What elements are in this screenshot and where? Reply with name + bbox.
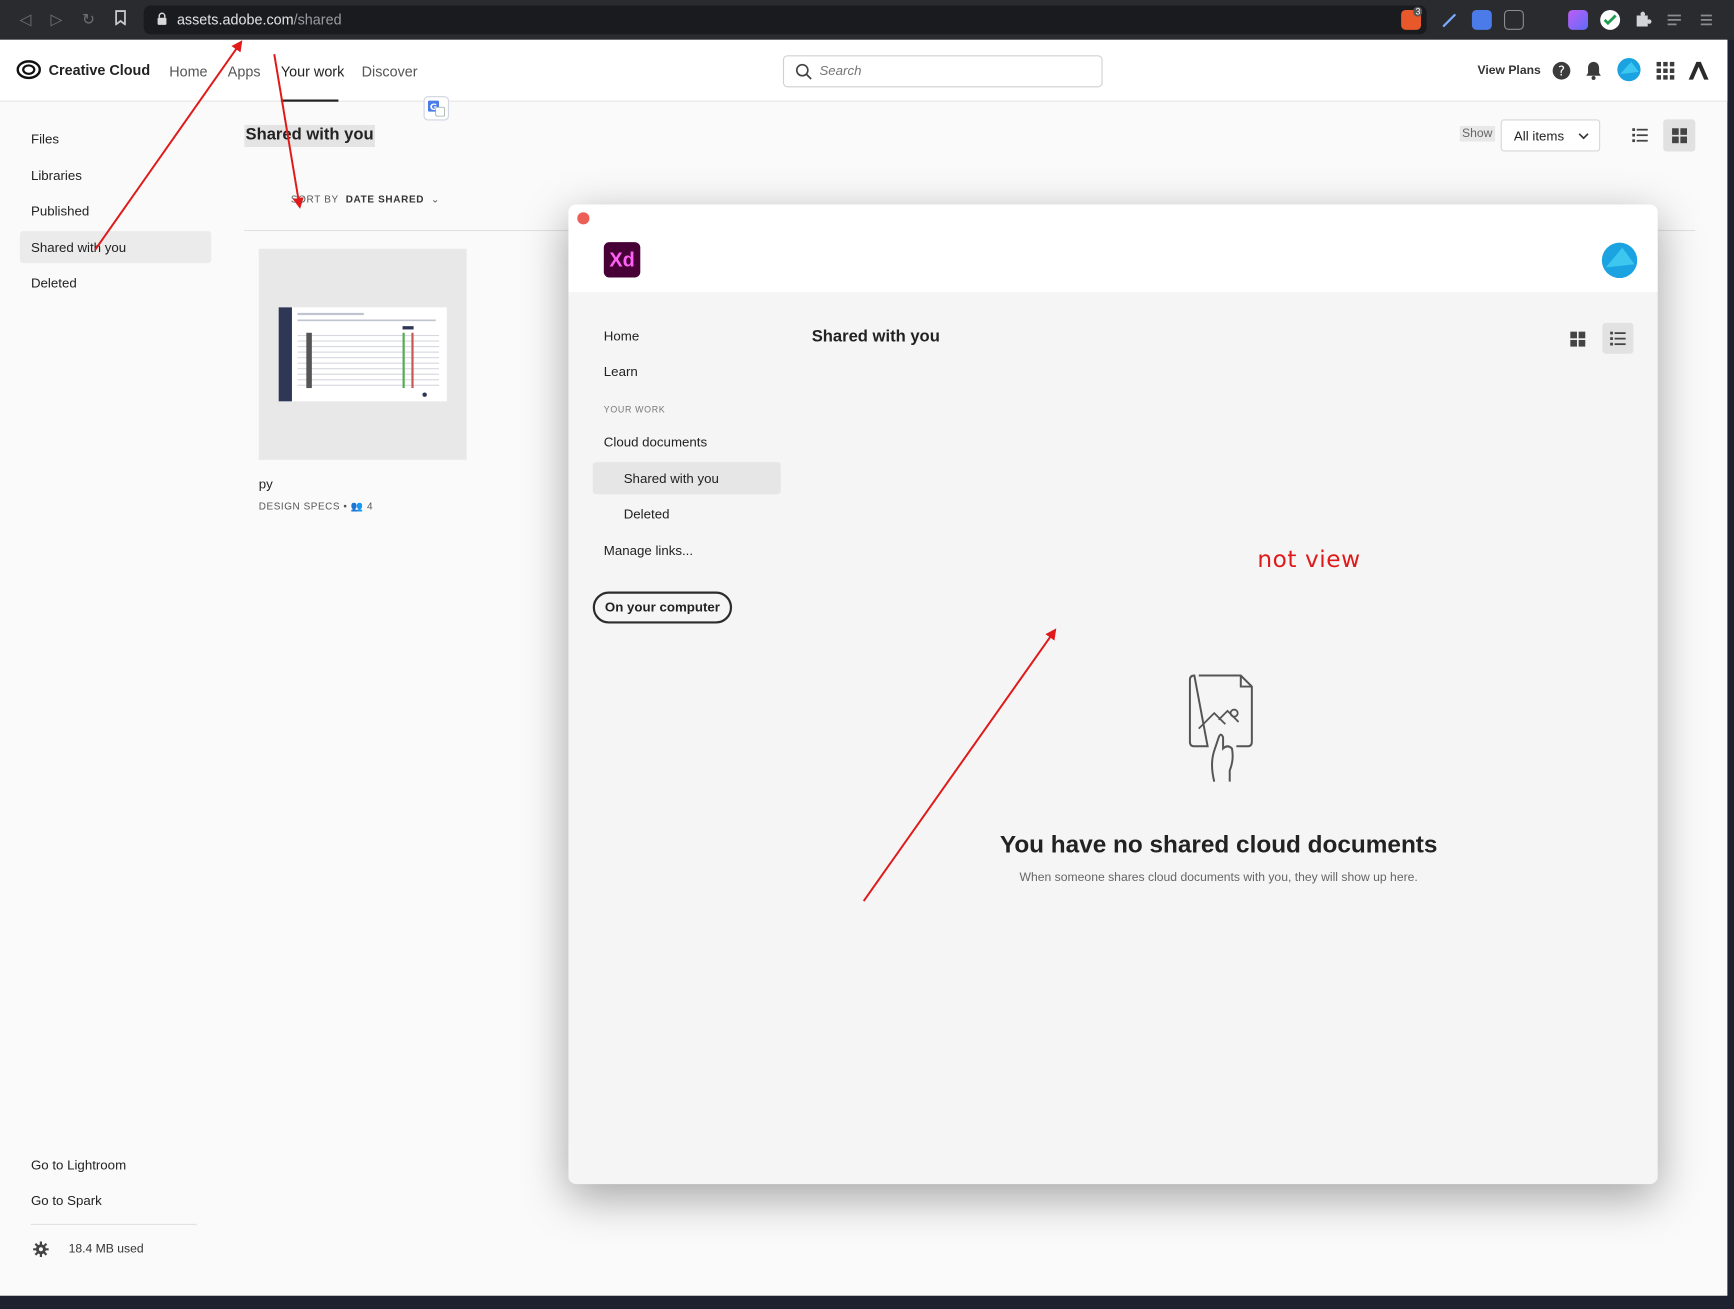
people-icon: 👥	[350, 500, 364, 512]
lock-icon	[157, 12, 167, 25]
xd-nav-cloud-documents[interactable]: Cloud documents	[604, 434, 707, 449]
document-type: DESIGN SPECS	[258, 500, 341, 512]
show-label: Show	[1459, 126, 1495, 142]
view-plans-link[interactable]: View Plans	[1477, 64, 1540, 77]
apps-grid-icon[interactable]	[1654, 60, 1676, 82]
active-nav-underline	[280, 99, 339, 102]
sort-control[interactable]: SORT BY DATE SHARED ⌄	[291, 193, 440, 205]
go-to-lightroom-link[interactable]: Go to Lightroom	[31, 1158, 126, 1173]
grid-view-icon	[1570, 331, 1586, 347]
pen-extension-icon[interactable]	[1440, 10, 1460, 30]
xd-nav-shared-with-you[interactable]: Shared with you	[624, 471, 719, 486]
settings-gear-icon[interactable]	[32, 1240, 50, 1258]
creative-cloud-logo-icon[interactable]	[16, 60, 41, 80]
nav-home[interactable]: Home	[169, 63, 207, 80]
window-close-button[interactable]	[577, 212, 590, 225]
nav-apps[interactable]: Apps	[228, 63, 261, 80]
translate-extension-icon[interactable]	[1471, 9, 1492, 30]
xd-grid-view-button[interactable]	[1563, 323, 1594, 354]
search-icon	[795, 63, 812, 80]
browser-toolbar: ◁ ▷ ↻ assets.adobe.com/shared 3	[0, 0, 1734, 40]
list-view-icon	[1632, 128, 1648, 143]
list-view-icon	[1610, 331, 1626, 346]
collaborator-count: 4	[367, 500, 374, 512]
filter-dropdown-value: All items	[1513, 128, 1565, 144]
user-avatar[interactable]	[1617, 57, 1641, 82]
back-icon[interactable]: ◁	[15, 10, 35, 30]
document-title[interactable]: py	[259, 477, 273, 492]
xd-user-avatar[interactable]	[1601, 242, 1638, 279]
nav-your-work[interactable]: Your work	[281, 63, 344, 80]
sidebar-item-shared-with-you[interactable]: Shared with you	[31, 240, 126, 255]
xd-titlebar: Xd	[568, 204, 1658, 292]
help-icon[interactable]: ?	[1550, 60, 1572, 82]
filter-dropdown[interactable]: All items	[1500, 119, 1601, 152]
sidebar-item-libraries[interactable]: Libraries	[31, 168, 82, 183]
chevron-down-icon	[1578, 133, 1589, 140]
sort-prefix: SORT BY	[290, 193, 339, 205]
notifications-bell-icon[interactable]	[1583, 60, 1605, 82]
xd-list-view-button[interactable]	[1602, 322, 1634, 354]
on-your-computer-button[interactable]: On your computer	[592, 591, 733, 624]
adobe-logo-icon[interactable]	[1688, 60, 1710, 82]
brave-shield-icon[interactable]: 3	[1401, 6, 1423, 30]
color-extension-icon[interactable]	[1568, 9, 1589, 30]
sidebar-item-files[interactable]: Files	[31, 132, 59, 147]
menu-icon[interactable]	[1696, 10, 1716, 30]
grid-view-button[interactable]	[1663, 119, 1696, 152]
url-host: assets.adobe.com	[176, 11, 294, 28]
storage-used: 18.4 MB used	[68, 1242, 144, 1256]
check-extension-icon[interactable]	[1600, 9, 1621, 30]
reload-icon[interactable]: ↻	[79, 10, 99, 30]
xd-section-your-work: YOUR WORK	[603, 404, 666, 415]
sidebar-divider	[30, 1223, 197, 1225]
url-path: /shared	[293, 11, 342, 28]
sort-chevron-icon: ⌄	[430, 193, 441, 205]
svg-text:?: ?	[1558, 65, 1565, 80]
sidebar-item-deleted[interactable]: Deleted	[31, 275, 77, 290]
thumbnail-preview-image	[278, 307, 447, 402]
window-extension-icon[interactable]	[1503, 9, 1524, 30]
xd-page-heading: Shared with you	[811, 327, 940, 347]
google-translate-icon[interactable]: G	[423, 96, 449, 121]
list-view-button[interactable]	[1623, 119, 1655, 151]
document-thumbnail[interactable]	[258, 248, 467, 460]
address-bar[interactable]: assets.adobe.com/shared	[143, 5, 1427, 35]
bookmark-icon[interactable]	[111, 10, 131, 30]
xd-nav-deleted[interactable]: Deleted	[624, 506, 670, 521]
search-input[interactable]	[819, 63, 1085, 79]
empty-shared-document-icon	[1188, 674, 1253, 782]
grid-view-icon	[1672, 128, 1688, 144]
xd-nav-learn[interactable]: Learn	[604, 364, 638, 379]
go-to-spark-link[interactable]: Go to Spark	[31, 1193, 102, 1208]
xd-logo-icon: Xd	[603, 242, 641, 278]
puzzle-icon[interactable]	[1632, 10, 1652, 30]
xd-app-window: Xd Home Learn YOUR WORK Cloud documents …	[568, 204, 1658, 1185]
url-text: assets.adobe.com/shared	[177, 11, 342, 28]
page-title: Shared with you	[244, 124, 375, 148]
xd-nav-home[interactable]: Home	[604, 328, 639, 343]
nav-discover[interactable]: Discover	[362, 63, 418, 80]
search-box[interactable]	[782, 55, 1103, 88]
empty-state-title: You have no shared cloud documents	[999, 830, 1438, 858]
empty-state-subtitle: When someone shares cloud documents with…	[1019, 871, 1418, 885]
app-header: Creative Cloud Home Apps Your work Disco…	[0, 39, 1728, 102]
reading-list-icon[interactable]	[1664, 10, 1684, 30]
annotation-not-view: not view	[1257, 546, 1361, 573]
sidebar-item-published[interactable]: Published	[31, 203, 89, 218]
forward-icon[interactable]: ▷	[46, 10, 66, 30]
brand-name[interactable]: Creative Cloud	[49, 62, 150, 79]
document-meta: DESIGN SPECS • 👥 4	[258, 500, 374, 512]
xd-manage-links[interactable]: Manage links...	[604, 543, 693, 558]
sort-value: DATE SHARED	[345, 193, 425, 205]
